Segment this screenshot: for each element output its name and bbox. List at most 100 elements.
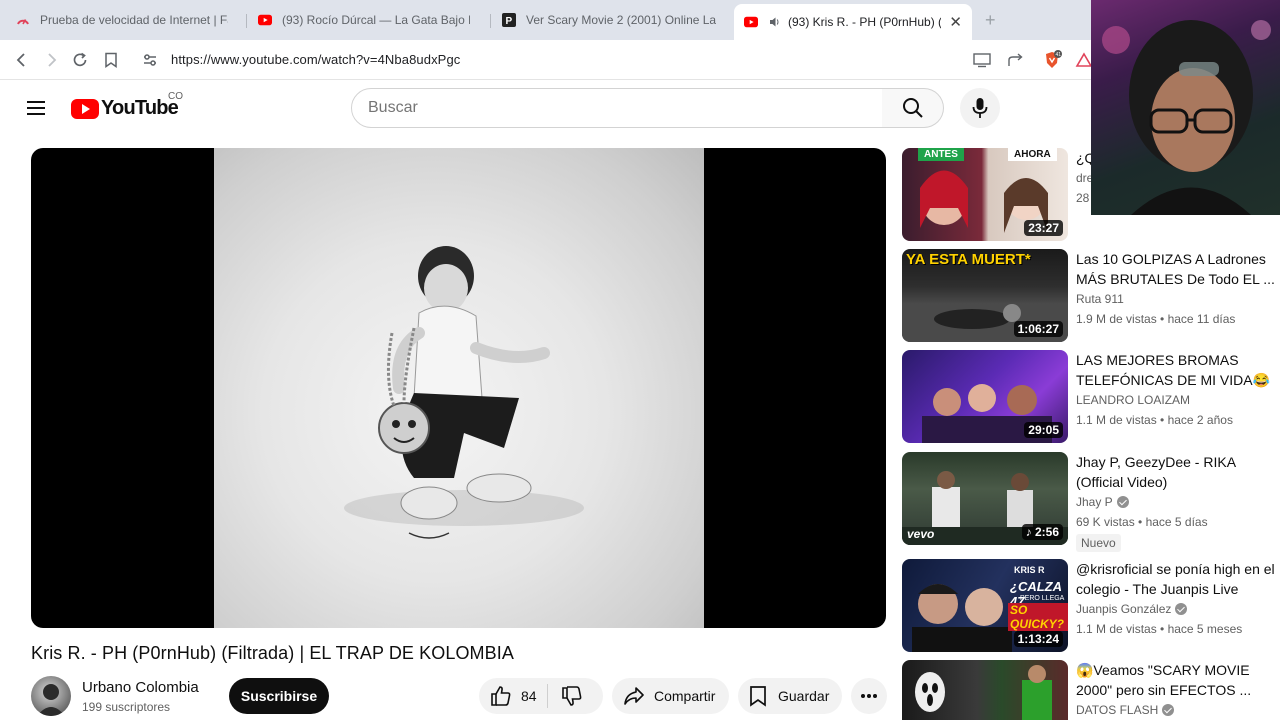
tab-separator <box>246 14 247 28</box>
share-label: Compartir <box>654 688 716 704</box>
more-actions-button[interactable] <box>851 678 887 714</box>
share-button[interactable]: Compartir <box>612 678 729 714</box>
recommendation-meta: 28 <box>1076 191 1090 205</box>
share-page-icon[interactable] <box>1004 48 1028 72</box>
install-app-icon[interactable] <box>970 48 994 72</box>
like-button[interactable]: 84 <box>479 678 547 714</box>
recommendation-item[interactable]: 😱Veamos "SCARY MOVIE 2000" pero sin EFEC… <box>902 660 1280 720</box>
brave-shield-icon[interactable]: 41 <box>1040 48 1064 72</box>
video-duration: 1:13:24 <box>1013 631 1063 647</box>
verified-badge-icon <box>1175 603 1188 615</box>
recommendation-channel[interactable]: Ruta 911 <box>1076 292 1124 306</box>
share-arrow-icon <box>622 684 646 708</box>
recommendation-channel[interactable]: DATOS FLASH <box>1076 703 1175 717</box>
country-code: CO <box>168 91 183 102</box>
recommendation-thumbnail[interactable]: ANTES AHORA 23:27 <box>902 148 1068 241</box>
recommendation-thumbnail[interactable]: 29:05 <box>902 350 1068 443</box>
recommendation-channel[interactable]: LEANDRO LOAIZAM <box>1076 393 1190 407</box>
tab-separator <box>490 14 491 28</box>
video-player[interactable] <box>31 148 886 628</box>
search-button[interactable] <box>882 88 944 128</box>
recommendation-thumbnail[interactable]: YA ESTA MUERT* 1:06:27 <box>902 249 1068 342</box>
verified-badge-icon <box>1116 496 1129 508</box>
youtube-icon <box>744 15 758 29</box>
channel-avatar[interactable] <box>31 676 71 716</box>
recommendation-thumbnail[interactable]: KRIS R ¿CALZA 47, PERO LLEGA SO QUICKY? … <box>902 559 1068 652</box>
address-bar[interactable]: https://www.youtube.com/watch?v=4Nba8udx… <box>134 45 1100 75</box>
recommendation-item[interactable]: YA ESTA MUERT* 1:06:27 Las 10 GOLPIZAS A… <box>902 249 1280 343</box>
recommendation-title[interactable]: LAS MEJORES BROMAS TELEFÓNICAS DE MI VID… <box>1076 350 1276 390</box>
subscribe-button[interactable]: Suscribirse <box>229 678 329 714</box>
back-icon[interactable] <box>10 48 34 72</box>
recommendation-thumbnail[interactable]: vevo ♪ 2:56 <box>902 452 1068 545</box>
search-box[interactable] <box>351 88 883 128</box>
tab-title: (93) Rocío Dúrcal — La Gata Bajo La <box>282 13 470 27</box>
recommendation-item[interactable]: KRIS R ¿CALZA 47, PERO LLEGA SO QUICKY? … <box>902 559 1280 653</box>
subscriber-count: 199 suscriptores <box>82 700 171 714</box>
more-horizontal-icon <box>860 693 878 699</box>
thumbnail-label: SO QUICKY? <box>1008 603 1068 631</box>
recommendation-item[interactable]: 29:05 LAS MEJORES BROMAS TELEFÓNICAS DE … <box>902 350 1280 444</box>
recommendation-item[interactable]: vevo ♪ 2:56 Jhay P, GeezyDee - RIKA (Off… <box>902 452 1280 552</box>
thumbnail-scream-illustration <box>915 665 1052 720</box>
tab-speedtest[interactable]: Prueba de velocidad de Internet | Fas <box>6 6 238 34</box>
recommendation-channel[interactable]: Juanpis González <box>1076 602 1188 616</box>
thumbs-down-icon <box>560 684 584 708</box>
channel-name: Juanpis González <box>1076 602 1172 616</box>
recommendation-thumbnail[interactable] <box>902 660 1068 720</box>
browser-toolbar: https://www.youtube.com/watch?v=4Nba8udx… <box>0 40 1280 80</box>
microphone-icon <box>972 98 988 118</box>
hamburger-menu-icon[interactable] <box>24 96 48 120</box>
recommendation-channel[interactable]: Jhay P <box>1076 495 1129 509</box>
channel-name: Jhay P <box>1076 495 1113 509</box>
video-duration: ♪ 2:56 <box>1021 524 1063 540</box>
channel-name[interactable]: Urbano Colombia <box>82 679 199 696</box>
save-bookmark-icon <box>748 684 768 708</box>
recommendation-meta: 1.9 M de vistas • hace 11 días <box>1076 312 1236 326</box>
close-tab-icon[interactable]: ✕ <box>941 13 962 31</box>
recommendation-title[interactable]: Jhay P, GeezyDee - RIKA (Official Video) <box>1076 452 1276 492</box>
recommendation-meta: 69 K vistas • hace 5 días <box>1076 515 1208 529</box>
bookmark-icon[interactable] <box>99 48 123 72</box>
youtube-logo-text: YouTube <box>101 97 179 119</box>
p-site-icon: P <box>502 13 516 27</box>
youtube-logo[interactable]: YouTube CO <box>71 91 183 120</box>
thumbnail-label: KRIS R <box>1014 565 1045 575</box>
url-text: https://www.youtube.com/watch?v=4Nba8udx… <box>171 52 461 67</box>
youtube-icon <box>258 13 272 27</box>
speaker-icon[interactable] <box>768 15 782 29</box>
video-title: Kris R. - PH (P0rnHub) (Filtrada) | EL T… <box>31 643 514 663</box>
save-button[interactable]: Guardar <box>738 678 842 714</box>
recommendation-title[interactable]: Las 10 GOLPIZAS A Ladrones MÁS BRUTALES … <box>1076 249 1276 289</box>
tab-rocio-durcal[interactable]: (93) Rocío Dúrcal — La Gata Bajo La <box>248 6 480 34</box>
video-duration: 29:05 <box>1024 422 1063 438</box>
recommendation-title[interactable]: @krisroficial se ponía high en el colegi… <box>1076 559 1276 599</box>
thumbnail-label: ANTES <box>918 148 964 161</box>
search-input[interactable] <box>352 89 882 127</box>
recommendation-title[interactable]: 😱Veamos "SCARY MOVIE 2000" pero sin EFEC… <box>1076 660 1276 700</box>
webcam-overlay <box>1091 0 1280 215</box>
dislike-button[interactable] <box>548 684 596 708</box>
reload-icon[interactable] <box>68 48 92 72</box>
tab-title: Prueba de velocidad de Internet | Fas <box>40 13 228 27</box>
save-label: Guardar <box>778 688 830 704</box>
music-note-icon: ♪ <box>1025 525 1035 539</box>
channel-name: DATOS FLASH <box>1076 703 1159 717</box>
thumbnail-label: AHORA <box>1008 148 1057 161</box>
site-settings-icon[interactable] <box>142 52 158 73</box>
child-figure-illustration <box>344 246 584 539</box>
tab-scary-movie[interactable]: P Ver Scary Movie 2 (2001) Online Latir <box>492 6 726 34</box>
search-icon <box>902 98 923 118</box>
video-duration: 1:06:27 <box>1013 321 1063 337</box>
thumbs-up-icon <box>489 684 513 708</box>
thumbnail-label: PERO LLEGA <box>1020 595 1065 602</box>
thumbnail-label: YA ESTA MUERT* <box>906 251 1031 268</box>
webcam-person-illustration <box>1102 20 1271 215</box>
forward-icon[interactable] <box>39 48 63 72</box>
speedtest-icon <box>16 13 30 27</box>
voice-search-button[interactable] <box>960 88 1000 128</box>
new-tab-button[interactable]: + <box>985 10 996 31</box>
tab-kris-r-active[interactable]: (93) Kris R. - PH (P0rnHub) (Fi ✕ <box>734 4 972 40</box>
video-duration: 23:27 <box>1024 220 1063 236</box>
browser-tab-strip: Prueba de velocidad de Internet | Fas (9… <box>0 0 1280 40</box>
